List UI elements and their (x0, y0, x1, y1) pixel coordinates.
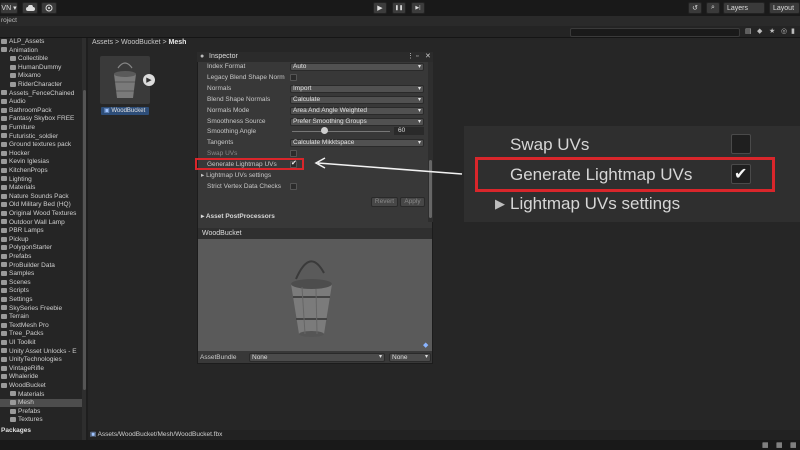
asset-path: Assets/WoodBucket/Mesh/WoodBucket.fbx (97, 431, 223, 438)
status-bar: ▦ ▦ ▦ (0, 440, 800, 450)
settings-icon[interactable]: ▦ (790, 441, 797, 449)
mesh-file-icon: ▣ (90, 431, 98, 438)
progress-icon[interactable]: ▦ (776, 441, 783, 449)
path-bar: ▣ Assets/WoodBucket/Mesh/WoodBucket.fbx (88, 430, 800, 440)
console-icon[interactable]: ▦ (762, 441, 769, 449)
callout-arrow (314, 157, 463, 175)
